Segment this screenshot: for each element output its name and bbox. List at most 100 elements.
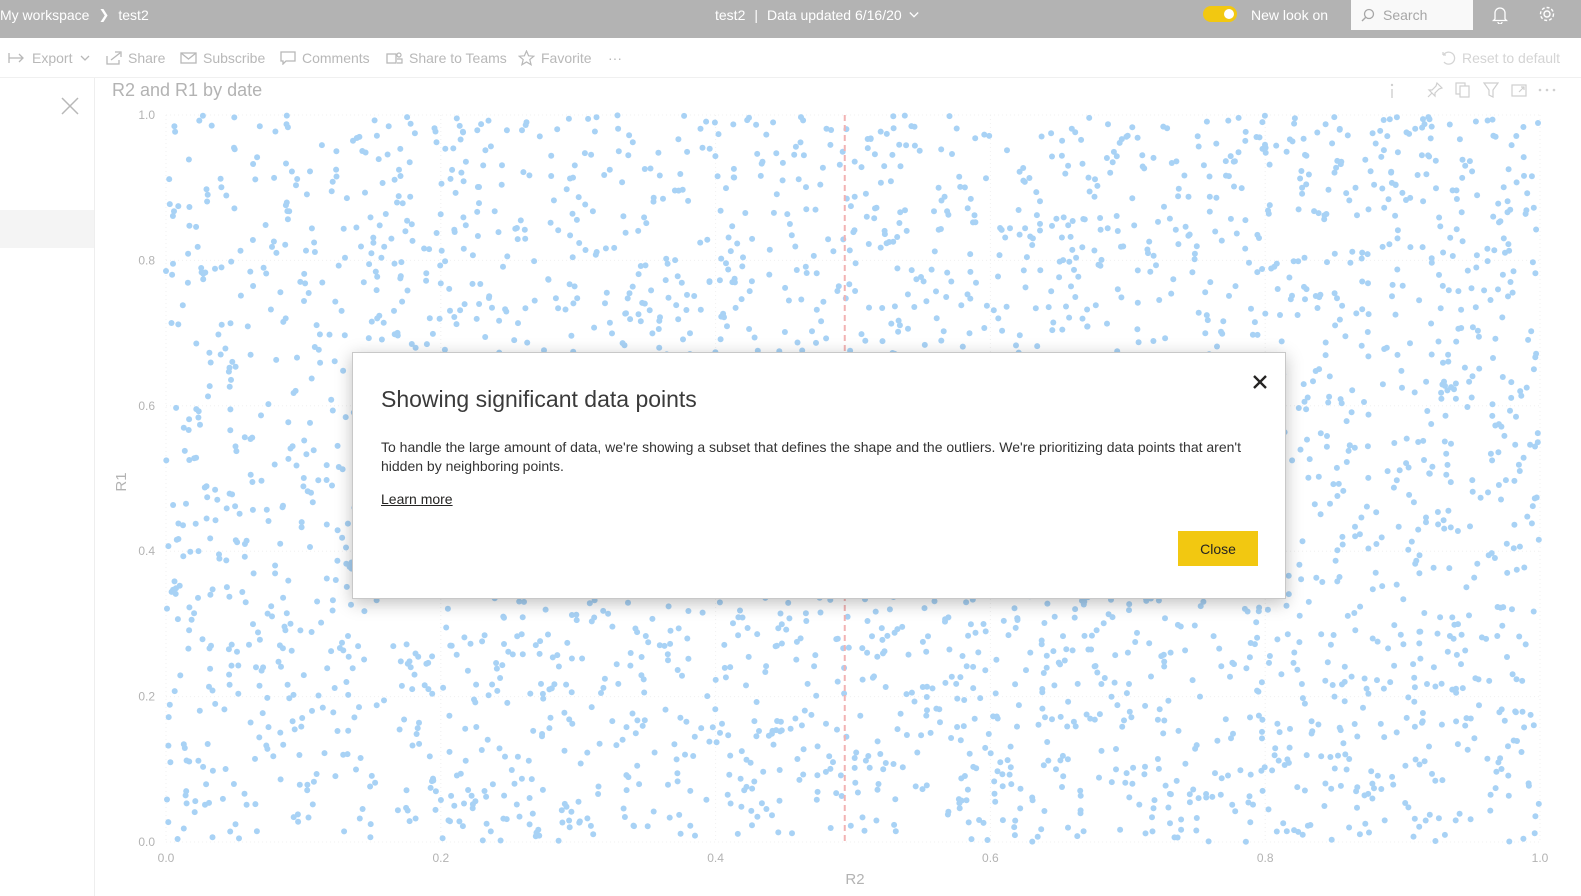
scatter-point: [1079, 160, 1086, 167]
comments-button[interactable]: Comments: [280, 38, 370, 78]
scatter-point: [721, 641, 728, 648]
scatter-point: [304, 787, 311, 794]
scatter-point: [1445, 287, 1452, 294]
scatter-point: [311, 239, 318, 246]
close-icon[interactable]: [60, 96, 80, 116]
more-options-icon[interactable]: [1538, 88, 1556, 92]
scatter-point: [361, 608, 368, 615]
scatter-point: [413, 731, 420, 737]
info-icon[interactable]: [1388, 82, 1396, 100]
scatter-point: [200, 276, 207, 283]
subscribe-button[interactable]: Subscribe: [180, 38, 265, 78]
scatter-point: [1235, 149, 1242, 156]
scatter-point: [864, 649, 871, 656]
scatter-point: [1418, 152, 1425, 159]
scatter-point: [1299, 695, 1306, 702]
scatter-point: [1246, 654, 1253, 661]
scatter-point: [655, 149, 662, 156]
scatter-point: [703, 796, 710, 803]
scatter-point: [1006, 771, 1013, 778]
y-tick-label: 0.8: [138, 253, 155, 267]
scatter-point: [923, 782, 930, 789]
pin-icon[interactable]: [1427, 82, 1443, 98]
breadcrumb-workspace[interactable]: My workspace: [0, 7, 89, 23]
share-to-teams-button[interactable]: Share to Teams: [386, 38, 507, 78]
scatter-point: [1459, 238, 1466, 245]
scatter-point: [342, 414, 349, 421]
dialog-body: To handle the large amount of data, we'r…: [381, 439, 1241, 474]
scatter-point: [634, 762, 641, 769]
scatter-point: [1097, 215, 1104, 221]
favorite-button[interactable]: Favorite: [518, 38, 592, 78]
scatter-point: [793, 267, 800, 273]
share-button[interactable]: Share: [106, 38, 165, 78]
scatter-point: [923, 712, 930, 719]
chevron-down-icon[interactable]: [909, 10, 919, 20]
scatter-point: [252, 755, 258, 762]
export-button[interactable]: Export: [8, 38, 96, 78]
scatter-point: [1415, 526, 1422, 533]
scatter-point: [1064, 723, 1071, 730]
scatter-point: [1063, 646, 1070, 653]
focus-mode-icon[interactable]: [1511, 82, 1527, 98]
left-pane-selected-item[interactable]: [0, 210, 94, 248]
scatter-point: [730, 165, 737, 172]
scatter-point: [1521, 172, 1527, 179]
scatter-point: [340, 367, 347, 374]
scatter-point: [640, 676, 647, 683]
scatter-point: [1352, 184, 1359, 191]
scatter-point: [857, 712, 864, 719]
scatter-point: [732, 304, 739, 311]
scatter-point: [277, 776, 284, 783]
scatter-point: [862, 337, 869, 344]
scatter-point: [1114, 286, 1121, 293]
scatter-point: [169, 271, 176, 278]
notification-bell-icon[interactable]: [1492, 6, 1508, 24]
copy-visual-icon[interactable]: [1455, 82, 1471, 98]
scatter-point: [192, 798, 199, 805]
scatter-point: [1428, 351, 1435, 358]
scatter-point: [1173, 158, 1180, 165]
x-tick-label: 1.0: [1532, 851, 1549, 865]
scatter-point: [889, 151, 896, 158]
filter-icon[interactable]: [1483, 82, 1499, 98]
search-box[interactable]: Search: [1351, 0, 1473, 30]
scatter-point: [478, 747, 485, 753]
scatter-point: [1259, 787, 1266, 794]
scatter-point: [1253, 619, 1260, 626]
scatter-point: [1361, 399, 1367, 405]
scatter-point: [625, 599, 631, 606]
breadcrumb-report[interactable]: test2: [118, 7, 148, 23]
scatter-point: [723, 260, 729, 267]
new-look-toggle[interactable]: [1203, 6, 1237, 22]
scatter-point: [1337, 396, 1344, 403]
scatter-point: [1347, 259, 1354, 266]
scatter-point: [272, 128, 279, 135]
scatter-point: [881, 231, 888, 238]
scatter-point: [648, 287, 655, 294]
scatter-point: [263, 742, 270, 749]
scatter-point: [1354, 804, 1360, 811]
close-button[interactable]: Close: [1178, 531, 1258, 566]
scatter-point: [1520, 154, 1527, 161]
scatter-point: [270, 238, 277, 245]
report-title-area[interactable]: test2 | Data updated 6/16/20: [715, 0, 919, 30]
scatter-point: [967, 621, 974, 628]
reset-to-default-button[interactable]: Reset to default: [1441, 38, 1560, 78]
learn-more-link[interactable]: Learn more: [381, 491, 453, 507]
scatter-point: [987, 750, 994, 757]
scatter-point: [1351, 721, 1358, 727]
scatter-point: [1469, 168, 1476, 175]
scatter-point: [193, 223, 200, 230]
close-icon[interactable]: [1251, 373, 1269, 391]
scatter-point: [650, 194, 657, 201]
scatter-point: [1122, 779, 1129, 786]
scatter-point: [768, 730, 775, 737]
scatter-point: [1475, 333, 1482, 340]
scatter-point: [234, 539, 241, 546]
scatter-point: [1209, 793, 1216, 800]
gear-icon[interactable]: [1538, 5, 1556, 23]
scatter-point: [180, 825, 187, 832]
more-options-button[interactable]: ···: [608, 38, 622, 78]
scatter-point: [1168, 290, 1175, 297]
